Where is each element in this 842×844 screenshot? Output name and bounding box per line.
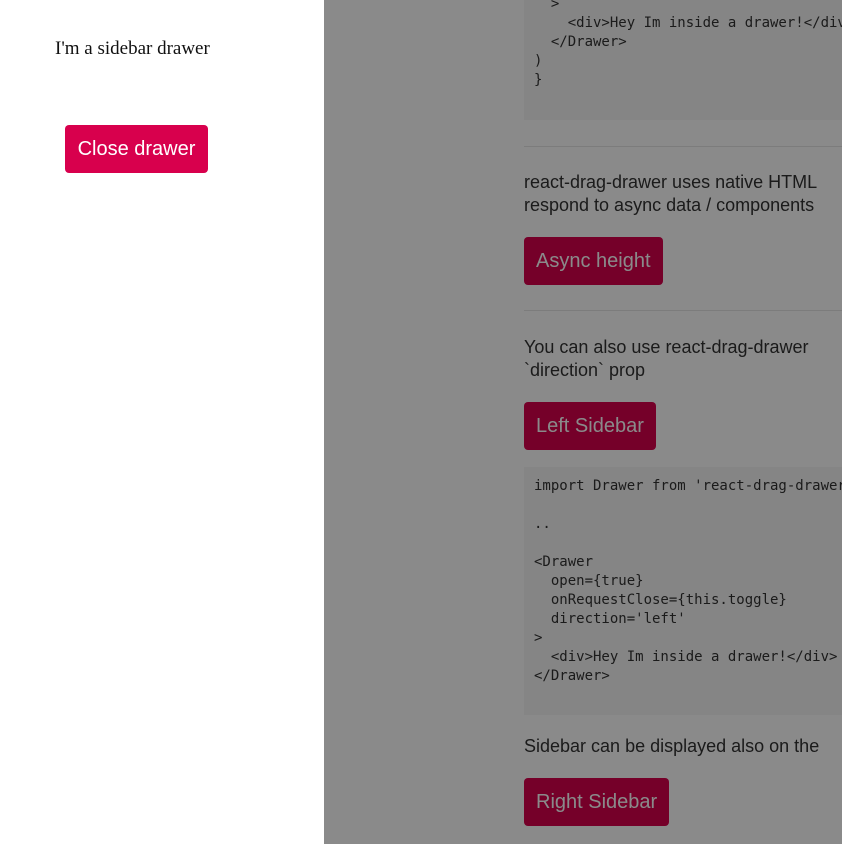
page: > <div>Hey Im inside a drawer!</div> </D… bbox=[0, 0, 842, 844]
sidebar-drawer: I'm a sidebar drawer Close drawer bbox=[0, 0, 324, 844]
close-drawer-button[interactable]: Close drawer bbox=[65, 125, 208, 173]
drawer-text: I'm a sidebar drawer bbox=[55, 38, 210, 59]
